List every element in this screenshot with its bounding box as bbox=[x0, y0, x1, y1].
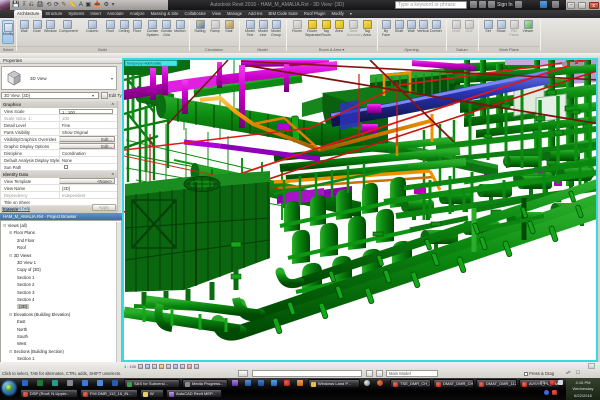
svg-text:Temporary Hide/Isolate: Temporary Hide/Isolate bbox=[127, 62, 162, 66]
